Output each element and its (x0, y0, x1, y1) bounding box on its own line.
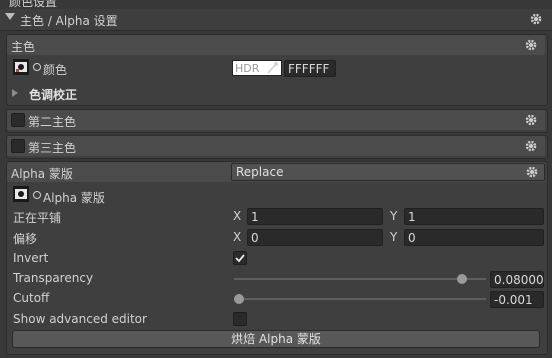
transparency-label: Transparency (13, 271, 94, 285)
foldout-arrow-icon[interactable] (5, 13, 15, 20)
gear-icon[interactable] (524, 139, 538, 153)
hdr-label: HDR (235, 62, 260, 75)
main-color-title: 主色 (11, 40, 36, 54)
main-color-settings-title: 主色 / Alpha 设置 (20, 14, 118, 28)
invert-label: Invert (13, 251, 49, 265)
second-color-header[interactable]: 第二主色 (7, 110, 545, 130)
hue-correction-label[interactable]: 色调校正 (29, 86, 77, 103)
bake-alpha-mask-button[interactable]: 烘焙 Alpha 蒙版 (12, 330, 540, 348)
transparency-slider-handle[interactable] (456, 274, 467, 284)
gear-icon[interactable] (529, 12, 543, 26)
offset-x-field[interactable]: 0 (247, 229, 383, 246)
transparency-slider-track[interactable] (234, 278, 486, 280)
bake-alpha-mask-label: 烘焙 Alpha 蒙版 (231, 332, 321, 346)
checkmark-icon (235, 254, 245, 263)
invert-checkbox[interactable] (233, 251, 247, 265)
eyedropper-icon[interactable] (264, 61, 280, 75)
advanced-editor-checkbox[interactable] (233, 312, 247, 326)
cutoff-slider-handle[interactable] (234, 294, 244, 304)
property-target-icon (33, 191, 41, 199)
alpha-texture-thumbnail-icon[interactable] (13, 186, 29, 202)
offset-y-label: Y (390, 230, 398, 244)
cutoff-slider-track[interactable] (234, 298, 486, 300)
alpha-texture-label: Alpha 蒙版 (43, 191, 105, 205)
transparency-field[interactable]: 0.08000 (490, 271, 544, 288)
second-color-title: 第二主色 (28, 115, 77, 129)
tiling-label: 正在平铺 (13, 211, 62, 225)
offset-y-field[interactable]: 0 (404, 229, 544, 246)
tiling-x-label: X (233, 209, 242, 223)
offset-x-label: X (233, 230, 242, 244)
cutoff-field[interactable]: -0.001 (490, 291, 544, 308)
offset-label: 偏移 (13, 232, 38, 246)
alpha-mask-header[interactable]: Alpha 蒙版 Replace (7, 162, 545, 182)
third-color-title: 第三主色 (28, 141, 77, 155)
texture-thumbnail-icon[interactable] (13, 59, 29, 75)
alpha-mask-title: Alpha 蒙版 (11, 167, 73, 181)
foldout-arrow-icon[interactable] (12, 89, 18, 97)
tiling-y-field[interactable]: 1 (404, 208, 544, 225)
gear-icon[interactable] (525, 165, 539, 179)
third-color-header[interactable]: 第三主色 (7, 136, 545, 156)
tiling-y-label: Y (390, 209, 398, 223)
gear-icon[interactable] (524, 113, 538, 127)
third-color-toggle[interactable] (11, 139, 25, 153)
gear-icon[interactable] (524, 38, 538, 52)
main-color-header[interactable]: 主色 (7, 35, 545, 55)
hex-field[interactable]: FFFFFF (284, 60, 336, 77)
advanced-editor-label: Show advanced editor (13, 312, 147, 326)
alpha-mask-mode-value: Replace (236, 165, 284, 179)
alpha-mask-mode-dropdown[interactable]: Replace (231, 163, 545, 181)
color-label: 颜色 (43, 63, 68, 77)
second-color-toggle[interactable] (11, 113, 25, 127)
property-target-icon (33, 63, 41, 71)
tiling-x-field[interactable]: 1 (247, 208, 383, 225)
main-color-settings-header[interactable]: 主色 / Alpha 设置 (0, 9, 552, 31)
cutoff-label: Cutoff (13, 291, 50, 305)
